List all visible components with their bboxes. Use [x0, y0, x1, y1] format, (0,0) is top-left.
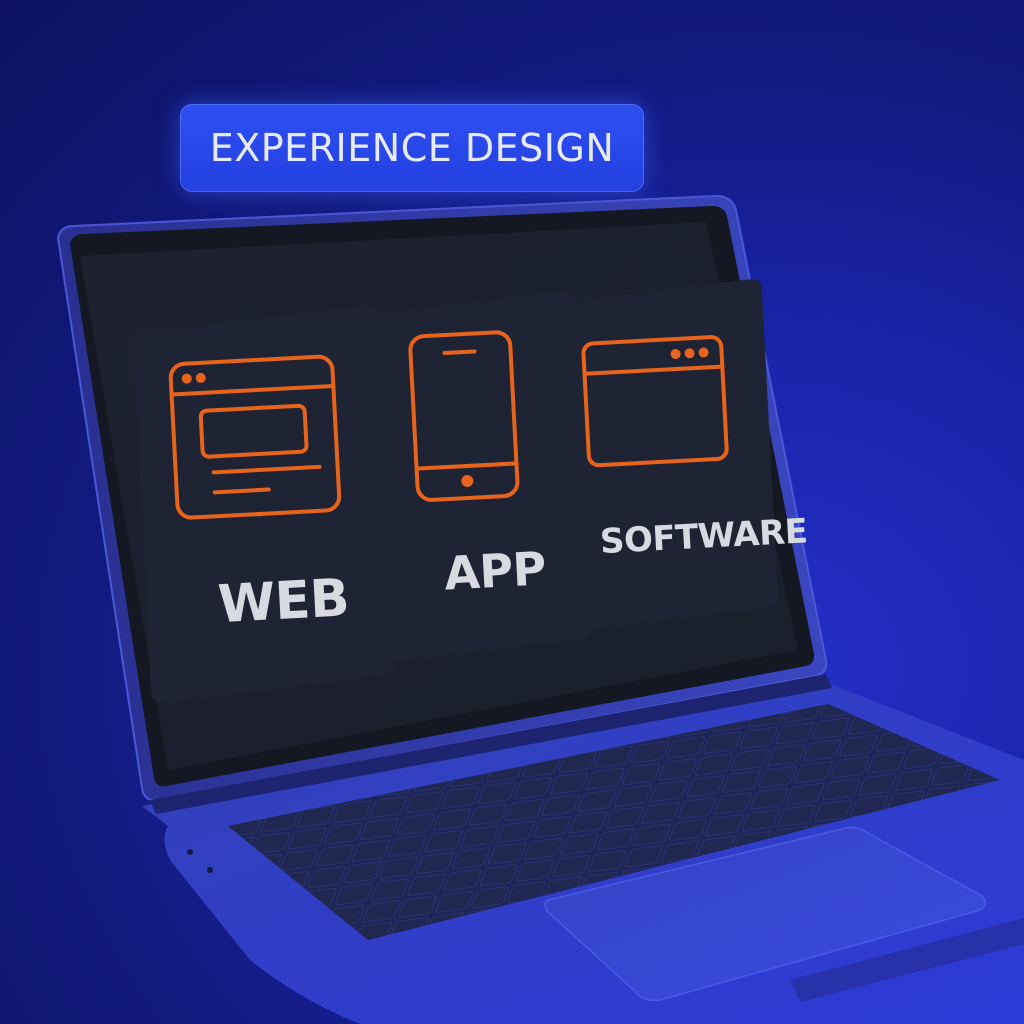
app-label: APP: [442, 541, 548, 601]
application-window-icon: [581, 335, 729, 468]
smartphone-icon: [408, 330, 520, 502]
scene: EXPERIENCE DESIGN WEB APP SOFTWARE: [0, 0, 1024, 1024]
web-label: WEB: [216, 568, 351, 636]
browser-window-icon: [168, 354, 342, 520]
laptop: WEB APP SOFTWARE: [0, 0, 1024, 1024]
software-label: SOFTWARE: [599, 511, 809, 563]
